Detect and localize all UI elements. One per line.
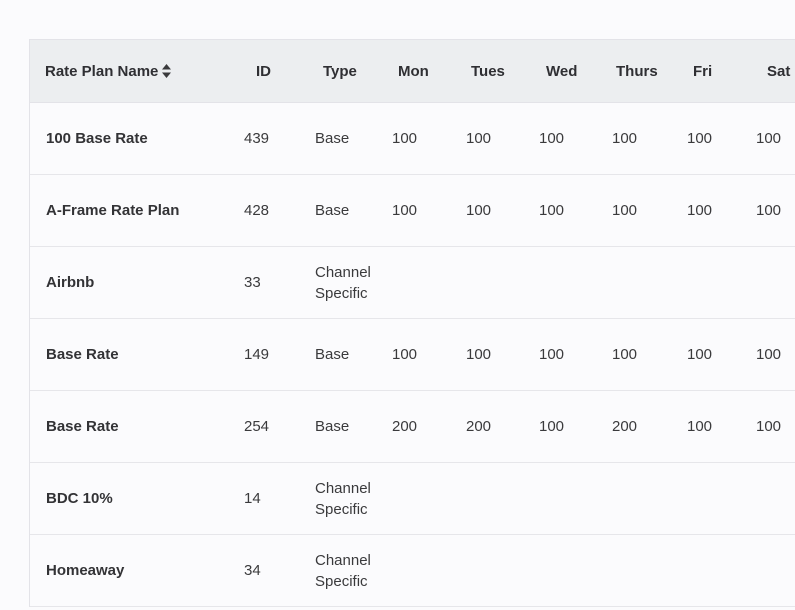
rate-plan-name[interactable]: BDC 10% [30, 463, 226, 535]
rate-wed: 100 [539, 130, 565, 147]
table-row[interactable]: A-Frame Rate Plan 428 Base 100 100 100 1… [30, 175, 795, 247]
rate-tues: 100 [466, 130, 492, 147]
rate-plan-name[interactable]: 100 Base Rate [30, 103, 226, 175]
column-header-rate-plan-name[interactable]: Rate Plan Name [30, 39, 226, 103]
rate-wed [521, 247, 594, 319]
rate-mon: 100 [392, 346, 418, 363]
rate-tues [448, 535, 521, 607]
rate-thurs: 100 [612, 130, 638, 147]
rate-plan-id: 14 [244, 490, 261, 507]
column-header-fri: Fri [669, 39, 740, 103]
column-header-id: ID [226, 39, 300, 103]
rate-plan-type: Base [315, 130, 350, 147]
table-row[interactable]: 100 Base Rate 439 Base 100 100 100 100 1… [30, 103, 795, 175]
rate-wed: 100 [539, 418, 565, 435]
rate-wed: 100 [539, 346, 565, 363]
rate-thurs: 100 [612, 346, 638, 363]
rate-fri [669, 535, 740, 607]
rate-tues: 100 [466, 202, 492, 219]
header-row: Rate Plan Name ID Type Mon Tues Wed Thur… [30, 39, 795, 103]
rate-sat: 100 [756, 418, 782, 435]
rate-sat: 100 [756, 130, 782, 147]
rate-thurs [594, 463, 669, 535]
rate-plan-type: Channel Specific [315, 551, 371, 590]
rate-thurs [594, 247, 669, 319]
rate-plan-id: 439 [244, 130, 270, 147]
rate-wed: 100 [539, 202, 565, 219]
rate-plans-table-container: Rate Plan Name ID Type Mon Tues Wed Thur… [29, 39, 795, 607]
column-header-type: Type [300, 39, 374, 103]
column-header-thurs: Thurs [594, 39, 669, 103]
rate-plans-page: Rate Plan Name ID Type Mon Tues Wed Thur… [0, 0, 795, 610]
rate-tues [448, 463, 521, 535]
rate-mon: 100 [392, 130, 418, 147]
rate-plan-type: Base [315, 346, 350, 363]
rate-plan-id: 428 [244, 202, 270, 219]
rate-fri: 100 [687, 346, 713, 363]
table-row[interactable]: Base Rate 149 Base 100 100 100 100 100 1… [30, 319, 795, 391]
rate-sat [740, 463, 795, 535]
rate-mon: 100 [392, 202, 418, 219]
rate-tues: 100 [466, 346, 492, 363]
column-header-wed: Wed [521, 39, 594, 103]
column-header-sat: Sat [740, 39, 795, 103]
rate-plan-type: Base [315, 418, 350, 435]
rate-mon [374, 535, 448, 607]
rate-sat [740, 247, 795, 319]
rate-thurs: 100 [612, 202, 638, 219]
rate-plan-id: 34 [244, 562, 261, 579]
table-body: 100 Base Rate 439 Base 100 100 100 100 1… [30, 103, 795, 607]
column-header-mon: Mon [374, 39, 448, 103]
rate-mon [374, 247, 448, 319]
rate-plan-id: 149 [244, 346, 270, 363]
rate-wed [521, 535, 594, 607]
rate-sat [740, 535, 795, 607]
rate-plan-type: Channel Specific [315, 479, 371, 518]
column-header-tues: Tues [448, 39, 521, 103]
rate-thurs: 200 [612, 418, 638, 435]
rate-plan-name[interactable]: A-Frame Rate Plan [30, 175, 226, 247]
rate-fri: 100 [687, 418, 713, 435]
rate-plan-type: Base [315, 202, 350, 219]
rate-tues [448, 247, 521, 319]
rate-plan-type: Channel Specific [315, 263, 371, 302]
rate-mon: 200 [392, 418, 418, 435]
rate-fri: 100 [687, 202, 713, 219]
rate-plan-name[interactable]: Airbnb [30, 247, 226, 319]
rate-plan-name[interactable]: Homeaway [30, 535, 226, 607]
rate-thurs [594, 535, 669, 607]
rate-fri [669, 247, 740, 319]
table-row[interactable]: Base Rate 254 Base 200 200 100 200 100 1… [30, 391, 795, 463]
rate-fri: 100 [687, 130, 713, 147]
table-row[interactable]: BDC 10% 14 Channel Specific [30, 463, 795, 535]
table-row[interactable]: Airbnb 33 Channel Specific [30, 247, 795, 319]
rate-sat: 100 [756, 346, 782, 363]
rate-fri [669, 463, 740, 535]
rate-mon [374, 463, 448, 535]
column-header-label: Rate Plan Name [45, 62, 159, 80]
table-row[interactable]: Homeaway 34 Channel Specific [30, 535, 795, 607]
table-header: Rate Plan Name ID Type Mon Tues Wed Thur… [30, 39, 795, 103]
rate-plan-name[interactable]: Base Rate [30, 391, 226, 463]
rate-plan-id: 254 [244, 418, 270, 435]
rate-sat: 100 [756, 202, 782, 219]
rate-wed [521, 463, 594, 535]
sort-updown-icon[interactable] [162, 63, 172, 78]
rate-plans-table: Rate Plan Name ID Type Mon Tues Wed Thur… [30, 39, 795, 607]
rate-plan-name[interactable]: Base Rate [30, 319, 226, 391]
rate-plan-id: 33 [244, 274, 261, 291]
rate-tues: 200 [466, 418, 492, 435]
